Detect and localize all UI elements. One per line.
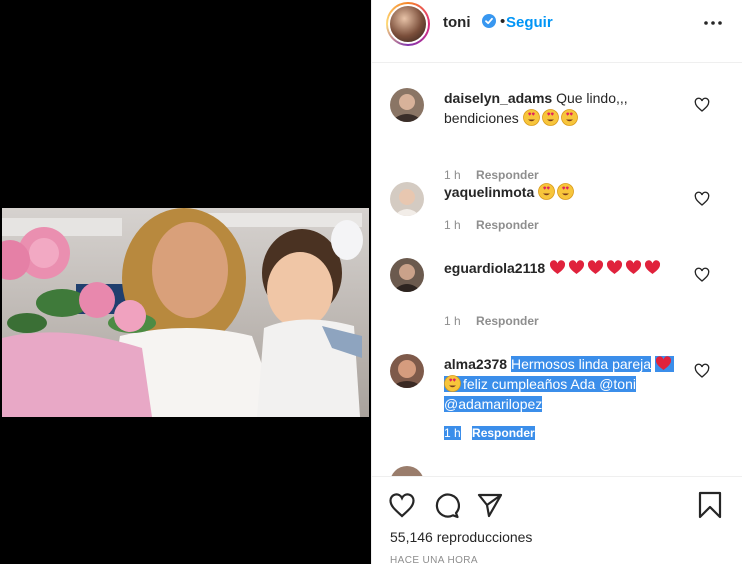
heart-outline-icon[interactable] bbox=[694, 363, 710, 379]
reply-button[interactable]: Responder bbox=[476, 168, 539, 182]
comment-time: 1 h bbox=[444, 314, 461, 328]
comment-meta: 1 h Responder bbox=[444, 314, 551, 328]
commenter-avatar[interactable] bbox=[390, 182, 424, 216]
reply-button[interactable]: Responder bbox=[472, 426, 535, 440]
reply-button[interactable]: Responder bbox=[476, 314, 539, 328]
post-media[interactable] bbox=[0, 0, 371, 564]
emoji-group bbox=[522, 109, 580, 126]
comments-list[interactable]: daiselyn_adams Que lindo,,, bendiciones … bbox=[372, 64, 742, 476]
emoji-group bbox=[538, 183, 576, 200]
comment-text: yaquelinmota bbox=[444, 182, 676, 202]
comment-username[interactable]: yaquelinmota bbox=[444, 184, 534, 200]
heart-eyes-emoji-icon bbox=[444, 375, 461, 392]
heart-outline-icon[interactable] bbox=[694, 97, 710, 113]
comment-text: daiselyn_adams Que lindo,,, bendiciones bbox=[444, 88, 676, 128]
commenter-avatar[interactable] bbox=[390, 258, 424, 292]
comment-body-continued: feliz cumpleaños Ada @toni @adamarilopez bbox=[444, 376, 636, 412]
comment-meta: 1 h Responder bbox=[444, 218, 551, 232]
red-heart-emoji-icon bbox=[606, 260, 623, 274]
views-count: 55,146 reproducciones bbox=[390, 529, 533, 545]
comment-time: 1 h bbox=[444, 218, 461, 232]
bookmark-icon[interactable] bbox=[696, 491, 724, 519]
author-avatar[interactable] bbox=[386, 2, 430, 46]
red-heart-emoji-icon bbox=[655, 356, 671, 370]
post-actions: 55,146 reproducciones HACE UNA HORA bbox=[372, 476, 742, 564]
heart-eyes-emoji-icon bbox=[538, 183, 556, 200]
comment-meta: 1 h Responder bbox=[444, 426, 543, 440]
comment-username[interactable]: daiselyn_adams bbox=[444, 90, 552, 106]
heart-eyes-emoji-icon bbox=[522, 109, 540, 126]
separator-dot: • bbox=[500, 13, 506, 30]
red-heart-emoji-icon bbox=[644, 260, 661, 274]
commenter-avatar[interactable] bbox=[390, 88, 424, 122]
heart-outline-icon[interactable] bbox=[694, 267, 710, 283]
red-heart-emoji-icon bbox=[625, 260, 642, 274]
heart-outline-icon[interactable] bbox=[388, 491, 416, 519]
red-heart-emoji-icon bbox=[568, 260, 585, 274]
red-heart-emoji-icon bbox=[549, 260, 566, 274]
follow-button[interactable]: Seguir bbox=[506, 14, 553, 31]
heart-outline-icon[interactable] bbox=[694, 191, 710, 207]
heart-eyes-emoji-icon bbox=[560, 109, 578, 126]
heart-eyes-emoji-icon bbox=[557, 183, 575, 200]
verified-badge-icon bbox=[482, 14, 496, 28]
comment-meta: 1 h Responder bbox=[444, 168, 551, 182]
post-side-panel: toni • Seguir daiselyn_adams Que lindo,,… bbox=[371, 0, 742, 564]
post-header: toni • Seguir bbox=[372, 0, 742, 63]
reply-button[interactable]: Responder bbox=[476, 218, 539, 232]
comment-time: 1 h bbox=[444, 168, 461, 182]
commenter-avatar[interactable] bbox=[390, 466, 424, 476]
paper-plane-icon[interactable] bbox=[476, 491, 504, 519]
comment-text: eguardiola2118 bbox=[444, 258, 676, 278]
heart-eyes-emoji-icon bbox=[541, 109, 559, 126]
author-username[interactable]: toni bbox=[443, 14, 471, 31]
comment-username[interactable]: eguardiola2118 bbox=[444, 260, 545, 276]
comment-text: alma2378 Hermosos linda pareja feliz cum… bbox=[444, 354, 676, 414]
comment-time: 1 h bbox=[444, 426, 461, 440]
post-photo bbox=[2, 208, 369, 417]
red-heart-emoji-icon bbox=[587, 260, 604, 274]
commenter-avatar[interactable] bbox=[390, 354, 424, 388]
emoji-group bbox=[549, 260, 663, 276]
post-timestamp[interactable]: HACE UNA HORA bbox=[390, 555, 478, 564]
comment-username[interactable]: alma2378 bbox=[444, 356, 507, 372]
more-options-icon[interactable] bbox=[702, 15, 724, 31]
comment-body: Hermosos linda pareja bbox=[510, 356, 652, 372]
comment-bubble-icon[interactable] bbox=[432, 491, 460, 519]
